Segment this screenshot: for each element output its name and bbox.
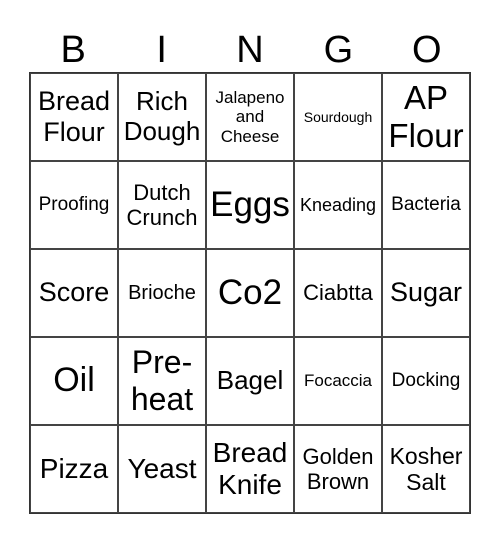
- bingo-cell[interactable]: Dutch Crunch: [118, 161, 206, 249]
- bingo-cell[interactable]: Bread Flour: [30, 73, 118, 161]
- bingo-cell[interactable]: Score: [30, 249, 118, 337]
- bingo-cell[interactable]: Docking: [382, 337, 470, 425]
- header-letter-o: O: [412, 29, 442, 71]
- bingo-cell[interactable]: Sourdough: [294, 73, 382, 161]
- bingo-cell[interactable]: Oil: [30, 337, 118, 425]
- bingo-header: B I N G O: [29, 28, 471, 72]
- bingo-cell[interactable]: Eggs: [206, 161, 294, 249]
- bingo-cell[interactable]: Jalapeno and Cheese: [206, 73, 294, 161]
- bingo-cell[interactable]: Rich Dough: [118, 73, 206, 161]
- header-letter-n: N: [236, 29, 264, 71]
- bingo-cell[interactable]: Co2: [206, 249, 294, 337]
- bingo-cell[interactable]: Bagel: [206, 337, 294, 425]
- bingo-cell[interactable]: Yeast: [118, 425, 206, 513]
- bingo-cell[interactable]: Kneading: [294, 161, 382, 249]
- bingo-cell[interactable]: Brioche: [118, 249, 206, 337]
- bingo-cell[interactable]: Pre- heat: [118, 337, 206, 425]
- bingo-cell[interactable]: Golden Brown: [294, 425, 382, 513]
- bingo-cell[interactable]: Bread Knife: [206, 425, 294, 513]
- bingo-cell[interactable]: Kosher Salt: [382, 425, 470, 513]
- header-letter-b: B: [60, 29, 86, 71]
- bingo-cell[interactable]: Focaccia: [294, 337, 382, 425]
- bingo-grid: Bread Flour Rich Dough Jalapeno and Cheese…: [29, 72, 471, 514]
- bingo-cell[interactable]: Pizza: [30, 425, 118, 513]
- bingo-cell[interactable]: AP Flour: [382, 73, 470, 161]
- bingo-cell[interactable]: Proofing: [30, 161, 118, 249]
- header-letter-g: G: [323, 29, 354, 71]
- bingo-cell[interactable]: Ciabtta: [294, 249, 382, 337]
- bingo-cell[interactable]: Bacteria: [382, 161, 470, 249]
- header-letter-i: I: [156, 29, 167, 71]
- bingo-cell[interactable]: Sugar: [382, 249, 470, 337]
